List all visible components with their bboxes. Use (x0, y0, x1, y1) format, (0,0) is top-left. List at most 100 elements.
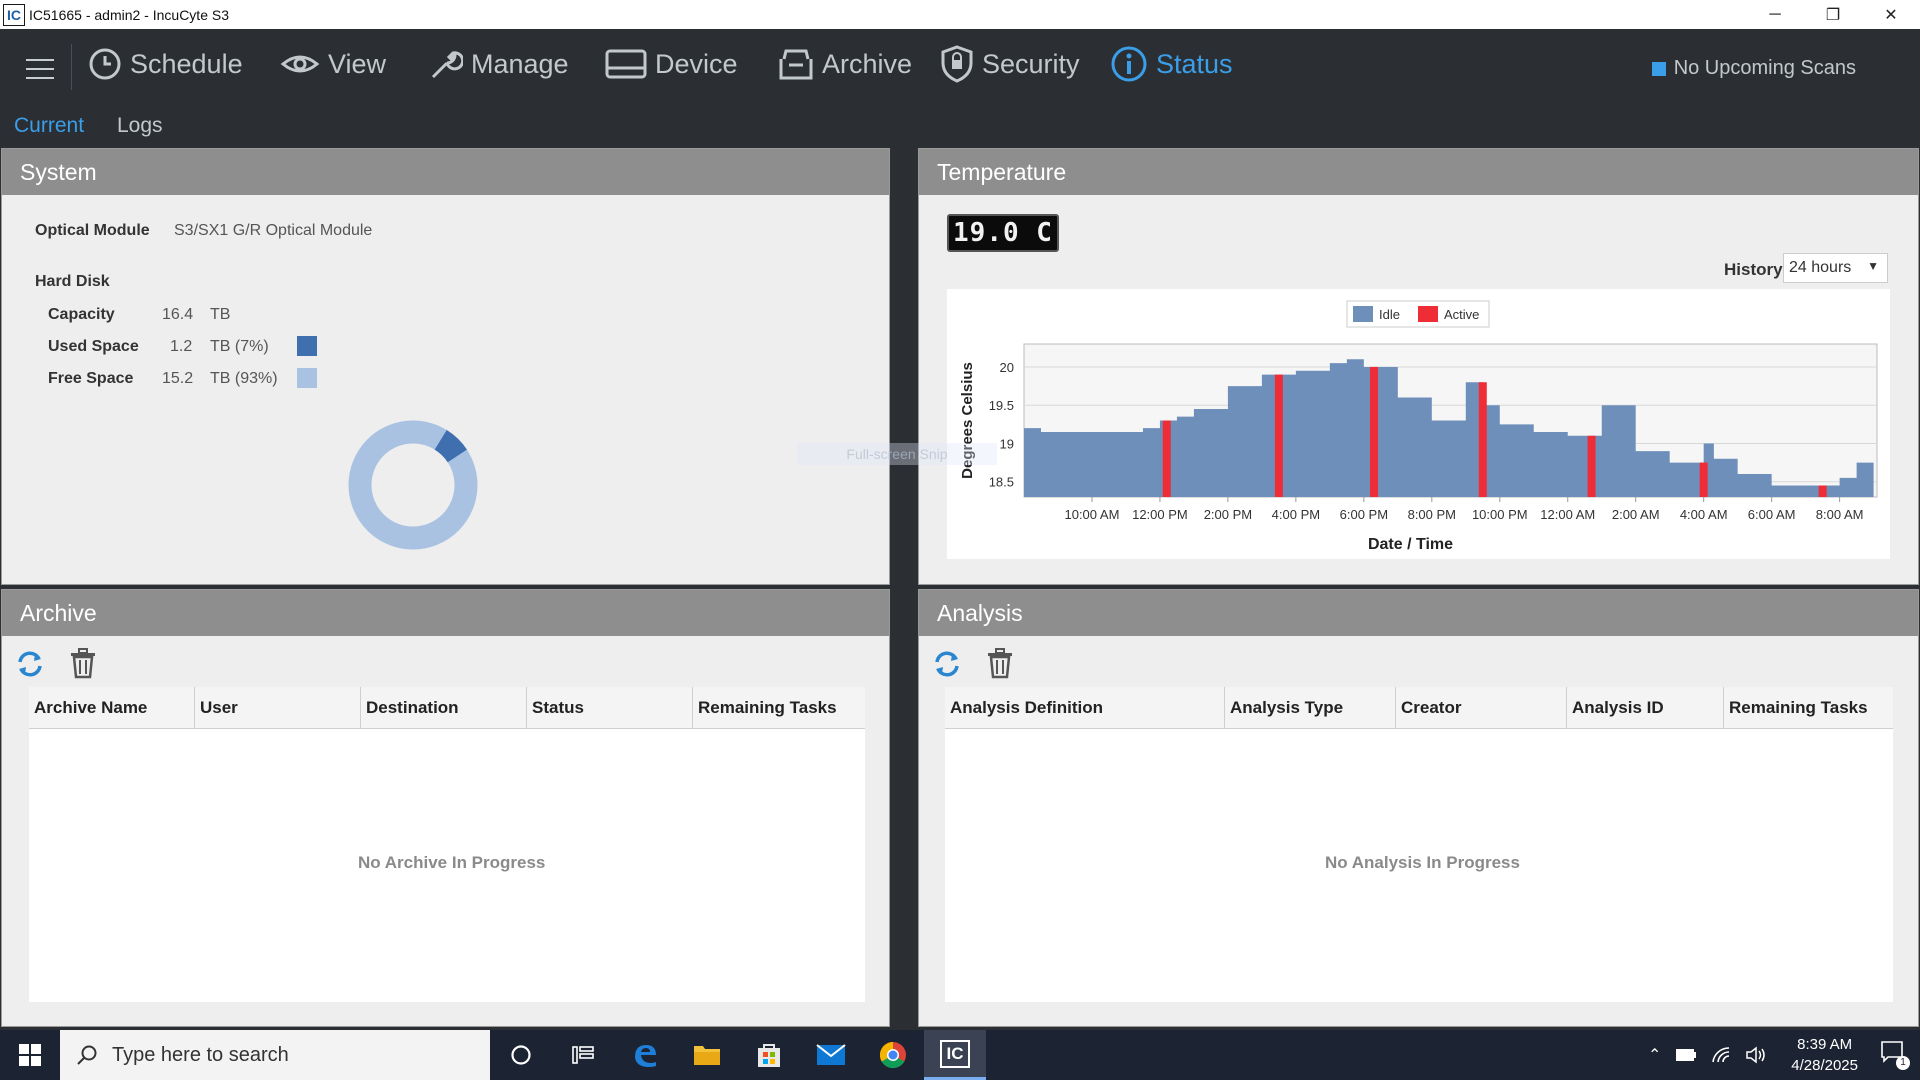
nav-device[interactable]: Device (605, 43, 738, 85)
refresh-icon[interactable] (14, 648, 46, 680)
nav-divider (71, 44, 72, 90)
incucyte-app-icon: IC (940, 1039, 970, 1068)
free-space-unit: TB (93%) (210, 370, 278, 387)
window-title: IC51665 - admin2 - IncuCyte S3 (29, 6, 229, 23)
used-space-label: Used Space (48, 338, 139, 355)
subtab-logs[interactable]: Logs (117, 114, 163, 138)
column-user[interactable]: User (195, 687, 361, 729)
x-tick-label: 12:00 AM (1540, 507, 1595, 522)
mail-icon (816, 1044, 846, 1065)
analysis-table-header: Analysis Definition Analysis Type Creato… (945, 687, 1893, 729)
edge-browser-button[interactable] (614, 1030, 676, 1080)
active-series-bar (1699, 462, 1708, 497)
start-button[interactable] (0, 1030, 60, 1080)
nav-view-label: View (328, 48, 387, 79)
trash-icon[interactable] (984, 647, 1016, 679)
column-analysis-type[interactable]: Analysis Type (1225, 687, 1396, 729)
clock-time: 8:39 AM (1797, 1036, 1853, 1053)
store-button[interactable] (738, 1030, 800, 1080)
system-panel: System Optical Module S3/SX1 G/R Optical… (1, 148, 890, 585)
nav-status[interactable]: Status (1110, 43, 1233, 85)
subtab-current[interactable]: Current (14, 114, 84, 138)
volume-icon[interactable] (1745, 1046, 1767, 1064)
x-tick-label: 2:00 AM (1612, 507, 1660, 522)
nav-manage[interactable]: Manage (425, 43, 569, 85)
taskbar-clock[interactable]: 8:39 AM 4/28/2025 (1791, 1034, 1858, 1076)
free-space-label: Free Space (48, 370, 134, 387)
upcoming-scans-status: No Upcoming Scans (1651, 57, 1856, 80)
x-tick-label: 4:00 PM (1272, 507, 1320, 522)
trash-icon[interactable] (67, 647, 99, 679)
archive-panel-title: Archive (2, 590, 889, 636)
search-icon (77, 1045, 97, 1065)
chrome-button[interactable] (862, 1030, 924, 1080)
active-series-bar (1478, 382, 1487, 497)
column-analysis-definition[interactable]: Analysis Definition (945, 687, 1225, 729)
temperature-panel-title: Temperature (919, 149, 1918, 195)
column-archive-name[interactable]: Archive Name (29, 687, 195, 729)
action-center-button[interactable]: 1 (1880, 1040, 1910, 1070)
hard-disk-label: Hard Disk (35, 273, 110, 290)
x-tick-label: 10:00 PM (1472, 507, 1528, 522)
x-tick-label: 2:00 PM (1204, 507, 1252, 522)
hamburger-menu-icon[interactable] (26, 59, 54, 79)
shield-icon (941, 45, 973, 83)
temperature-chart-area: 18.5 19 19.5 20 10:00 AM 12:00 PM 2:00 PM 4:00 … (797, 289, 1890, 559)
incucyte-taskbar-button[interactable]: IC (924, 1030, 986, 1080)
task-view-icon (572, 1046, 594, 1064)
x-tick-label: 8:00 AM (1816, 507, 1864, 522)
cortana-button[interactable] (490, 1030, 552, 1080)
history-select[interactable]: 24 hours ▼ (1783, 253, 1888, 283)
tray-chevron-up-icon[interactable]: ⌃ (1648, 1045, 1661, 1065)
x-tick-label: 4:00 AM (1680, 507, 1728, 522)
minimize-button[interactable]: ─ (1746, 0, 1804, 29)
wrench-icon (431, 51, 463, 79)
wifi-icon[interactable] (1711, 1046, 1731, 1064)
mail-button[interactable] (800, 1030, 862, 1080)
column-destination[interactable]: Destination (361, 687, 527, 729)
analysis-empty-message: No Analysis In Progress (1325, 853, 1520, 872)
temperature-readout: 19.0 C (953, 218, 1053, 248)
column-remaining-tasks[interactable]: Remaining Tasks (693, 687, 865, 729)
archive-panel: Archive Archive Name User Destination St… (1, 589, 890, 1027)
nav-archive[interactable]: Archive (778, 43, 912, 85)
refresh-icon[interactable] (931, 648, 963, 680)
temperature-display: 19.0 C (947, 214, 1059, 252)
used-space-swatch (297, 336, 317, 356)
windows-logo-icon (19, 1044, 41, 1066)
taskbar-search-box[interactable]: Type here to search (60, 1030, 490, 1080)
capacity-label: Capacity (48, 306, 115, 323)
nav-schedule-label: Schedule (130, 48, 243, 79)
y-tick-label: 19.5 (989, 398, 1014, 413)
file-explorer-button[interactable] (676, 1030, 738, 1080)
temperature-chart: 18.5 19 19.5 20 10:00 AM 12:00 PM 2:00 PM 4:00 … (959, 300, 1878, 553)
column-status[interactable]: Status (527, 687, 693, 729)
taskbar-search-placeholder: Type here to search (112, 1043, 289, 1066)
column-analysis-id[interactable]: Analysis ID (1567, 687, 1724, 729)
column-creator[interactable]: Creator (1396, 687, 1567, 729)
store-bag-icon (758, 1044, 780, 1067)
restore-button[interactable]: ❐ (1804, 0, 1862, 29)
optical-module-value: S3/SX1 G/R Optical Module (174, 222, 373, 239)
battery-icon[interactable] (1675, 1048, 1697, 1062)
device-icon (605, 49, 647, 79)
x-tick-label: 10:00 AM (1064, 507, 1119, 522)
chrome-icon (879, 1041, 906, 1069)
x-tick-label: 6:00 AM (1748, 507, 1796, 522)
x-tick-label: 8:00 PM (1408, 507, 1456, 522)
nav-security[interactable]: Security (940, 43, 1080, 85)
history-label: History (1724, 260, 1783, 279)
column-remaining-tasks[interactable]: Remaining Tasks (1724, 687, 1893, 729)
clock-date: 4/28/2025 (1791, 1057, 1858, 1074)
nav-device-label: Device (655, 48, 738, 79)
nav-security-label: Security (982, 48, 1080, 79)
task-view-button[interactable] (552, 1030, 614, 1080)
active-series-bar (1370, 366, 1379, 497)
x-axis-title: Date / Time (1368, 536, 1453, 553)
close-button[interactable]: ✕ (1862, 0, 1920, 29)
nav-schedule[interactable]: Schedule (88, 43, 243, 85)
archive-box-icon (779, 49, 813, 80)
archive-empty-message: No Archive In Progress (358, 853, 546, 872)
archive-table: Archive Name User Destination Status Rem… (29, 687, 865, 1002)
nav-view[interactable]: View (280, 43, 386, 85)
